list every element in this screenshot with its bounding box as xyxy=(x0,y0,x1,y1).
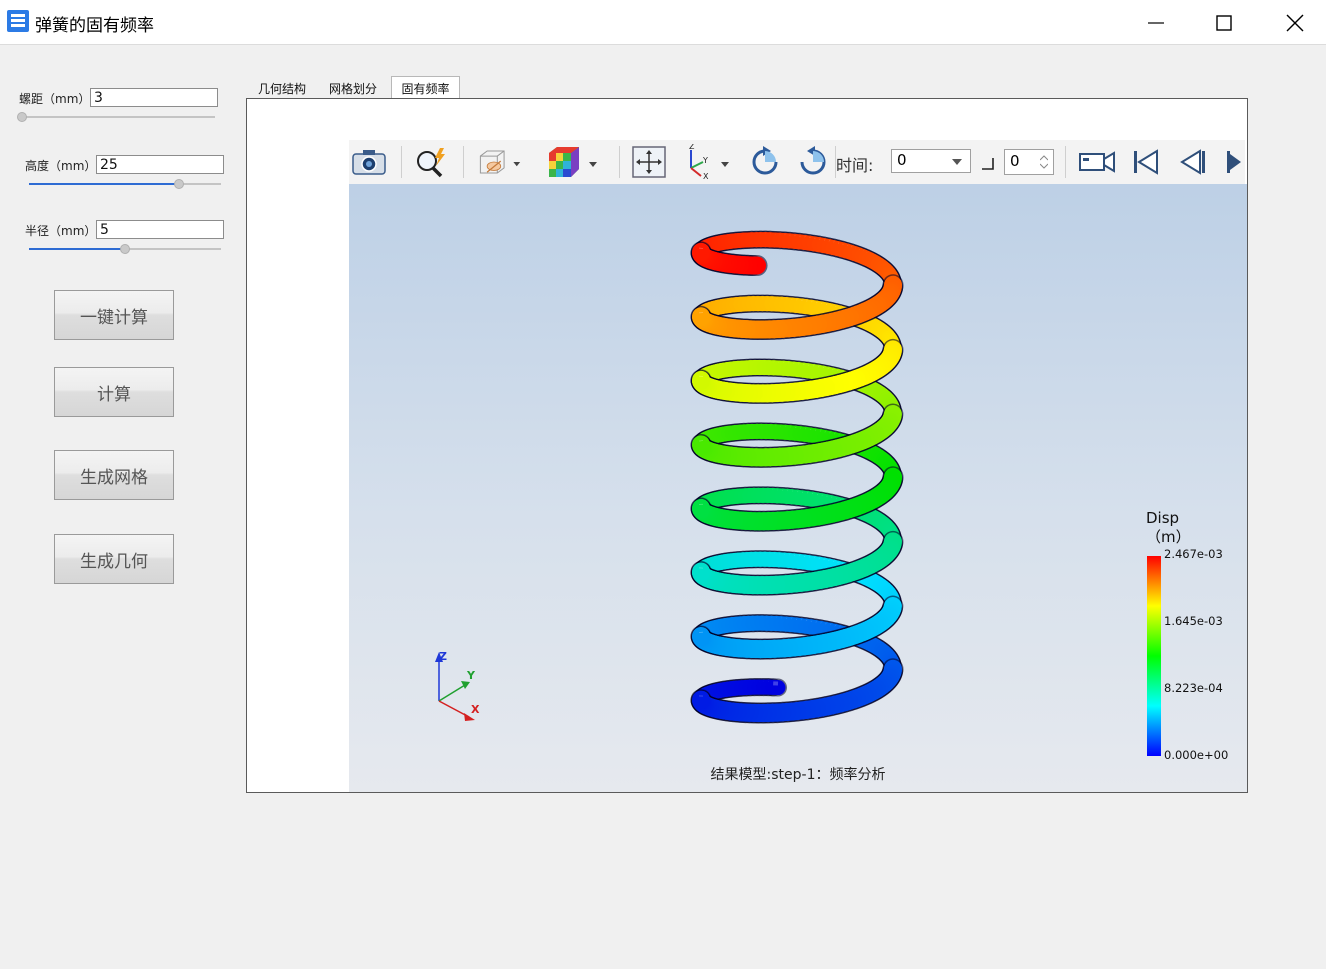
app-icon xyxy=(7,10,29,32)
spring-coils xyxy=(690,230,904,724)
axis-y-label: Y xyxy=(466,669,476,682)
first-frame-icon xyxy=(1134,149,1158,175)
legend-tick-min: 0.000e+00 xyxy=(1164,748,1229,762)
close-button[interactable] xyxy=(1272,0,1318,45)
toolbar-separator xyxy=(463,146,464,178)
legend-tick-max: 2.467e-03 xyxy=(1164,547,1223,561)
time-label: 时间: xyxy=(836,156,874,175)
svg-text:Y: Y xyxy=(702,156,708,165)
radius-slider[interactable] xyxy=(29,244,221,254)
view-mode-button[interactable] xyxy=(477,144,521,180)
tab-geometry[interactable]: 几何结构 xyxy=(250,77,314,99)
axis-x-label: X xyxy=(471,703,480,716)
viewer-toolbar: Z Y X 时间: 0 0 xyxy=(349,140,1245,184)
record-button[interactable] xyxy=(1075,144,1119,180)
step-spinbox[interactable]: 0 xyxy=(1004,149,1054,175)
fit-view-icon xyxy=(632,146,666,178)
color-map-button[interactable] xyxy=(545,144,601,180)
next-frame-icon xyxy=(1227,151,1241,173)
legend-title: Disp xyxy=(1146,509,1180,527)
spring-model: Z Y X xyxy=(435,230,1161,756)
next-frame-button[interactable] xyxy=(1223,144,1245,180)
video-camera-icon xyxy=(1079,151,1115,173)
height-slider-fill xyxy=(29,183,179,185)
close-icon xyxy=(1286,14,1304,31)
generate-mesh-button[interactable]: 生成网格 xyxy=(54,450,174,500)
result-caption: 结果模型:step-1：频率分析 xyxy=(710,767,886,783)
legend-unit: （m） xyxy=(1146,528,1191,546)
generate-geometry-button[interactable]: 生成几何 xyxy=(54,534,174,584)
radius-slider-fill xyxy=(29,248,125,250)
zoom-icon xyxy=(417,148,445,178)
rotate-counterclockwise-button[interactable] xyxy=(795,144,831,180)
minimize-button[interactable] xyxy=(1133,0,1179,45)
tab-mesh[interactable]: 网格划分 xyxy=(321,77,385,99)
first-frame-button[interactable] xyxy=(1127,144,1163,180)
pitch-label: 螺距（mm） xyxy=(19,92,91,106)
rotate-clockwise-button[interactable] xyxy=(747,144,783,180)
radius-slider-handle[interactable] xyxy=(120,244,130,254)
height-label: 高度（mm） xyxy=(25,159,97,173)
color-legend-bar xyxy=(1147,556,1161,756)
height-slider[interactable] xyxy=(29,179,221,189)
rotate-ccw-icon xyxy=(800,146,826,175)
maximize-icon xyxy=(1216,14,1232,31)
time-combobox[interactable]: 0 xyxy=(891,149,971,173)
fit-view-button[interactable] xyxy=(631,144,667,180)
axes-icon: Z Y X xyxy=(689,144,729,180)
spin-arrows-icon[interactable] xyxy=(1040,154,1048,170)
orientation-axes: Z Y X xyxy=(435,650,480,721)
toolbar-separator xyxy=(1065,146,1066,178)
one-click-compute-button[interactable]: 一键计算 xyxy=(54,290,174,340)
axis-z-label: Z xyxy=(439,650,447,663)
tab-natural-frequency[interactable]: 固有频率 xyxy=(391,76,460,99)
screenshot-button[interactable] xyxy=(351,144,387,180)
step-marker-icon xyxy=(982,158,994,170)
color-cube-icon xyxy=(549,147,597,177)
maximize-button[interactable] xyxy=(1201,0,1247,45)
previous-frame-button[interactable] xyxy=(1175,144,1211,180)
step-spinbox-value: 0 xyxy=(1010,152,1020,170)
minimize-icon xyxy=(1148,21,1164,24)
3d-viewport[interactable]: Z Y X Disp （m） 2.467e-03 1.645e-03 8.223… xyxy=(349,184,1247,792)
title-bar: 弹簧的固有频率 xyxy=(0,0,1326,45)
toolbar-separator xyxy=(401,146,402,178)
chevron-down-icon xyxy=(952,159,962,165)
window-title: 弹簧的固有频率 xyxy=(35,16,154,36)
svg-text:Z: Z xyxy=(689,144,695,151)
box-view-icon xyxy=(479,150,521,174)
radius-input[interactable] xyxy=(96,220,224,239)
pitch-input[interactable] xyxy=(90,88,218,107)
height-slider-handle[interactable] xyxy=(173,179,184,189)
legend-tick-2: 1.645e-03 xyxy=(1164,614,1223,628)
svg-text:X: X xyxy=(703,172,709,180)
pitch-slider-handle[interactable] xyxy=(17,112,27,122)
toolbar-separator xyxy=(619,146,620,178)
radius-label: 半径（mm） xyxy=(25,224,97,238)
rotate-cw-icon xyxy=(752,146,778,175)
axes-view-button[interactable]: Z Y X xyxy=(679,144,735,180)
prev-frame-icon xyxy=(1180,149,1205,175)
legend-tick-3: 8.223e-04 xyxy=(1164,681,1223,695)
zoom-button[interactable] xyxy=(413,144,449,180)
time-combobox-value: 0 xyxy=(897,151,907,169)
compute-button[interactable]: 计算 xyxy=(54,367,174,417)
camera-icon xyxy=(352,150,386,175)
pitch-slider[interactable] xyxy=(17,112,215,122)
height-input[interactable] xyxy=(96,155,224,174)
